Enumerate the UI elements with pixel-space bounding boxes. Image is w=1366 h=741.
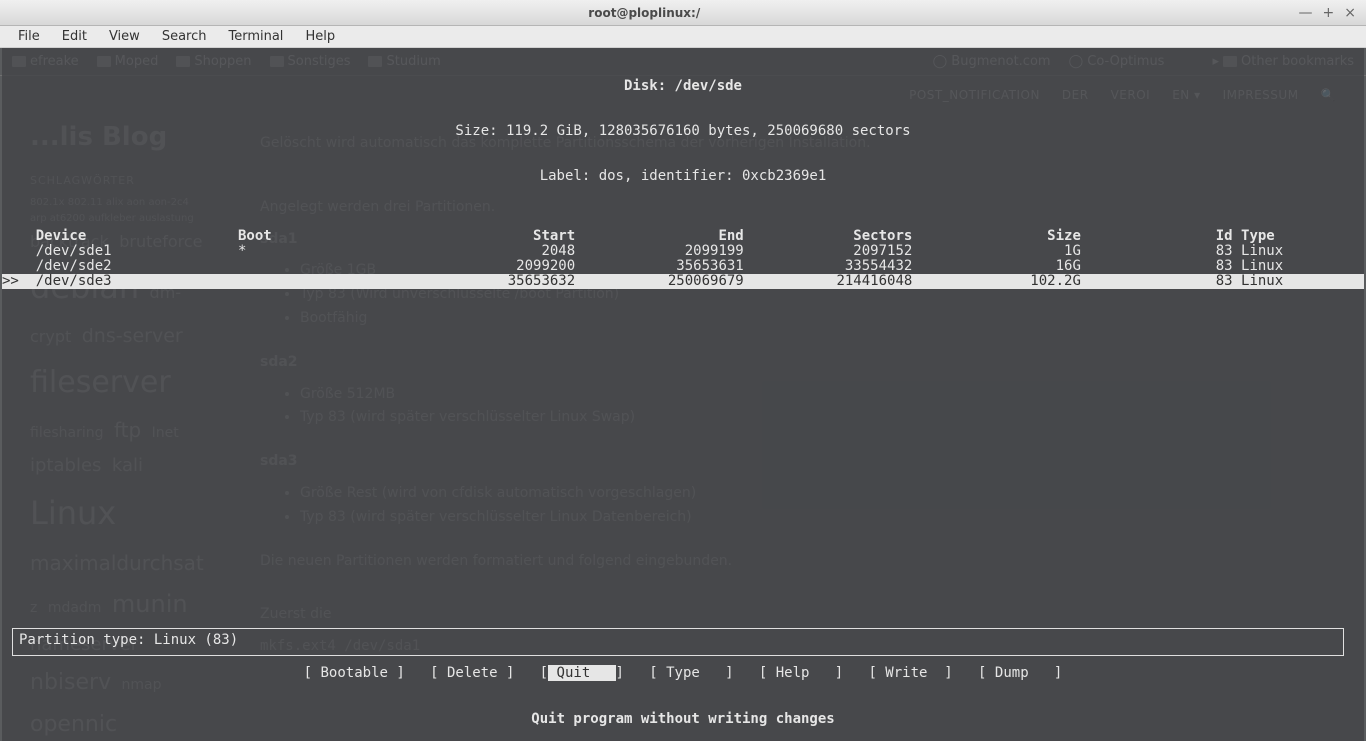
partition-row[interactable]: /dev/sde1 * 2048 2099199 2097152 1G 83 L… [2,244,1364,259]
action-delete[interactable]: [ Delete ] [430,665,514,681]
action-bootable[interactable]: [ Bootable ] [304,665,405,681]
disk-label: Label: dos, identifier: 0xcb2369e1 [2,169,1364,184]
menu-search[interactable]: Search [152,27,217,46]
menubar: FileEditViewSearchTerminalHelp [0,26,1366,48]
disk-size: Size: 119.2 GiB, 128035676160 bytes, 250… [2,124,1364,139]
action-write[interactable]: [ Write ] [868,665,952,681]
disk-title: Disk: /dev/sde [2,79,1364,94]
menu-terminal[interactable]: Terminal [218,27,293,46]
menu-view[interactable]: View [99,27,150,46]
minimize-icon[interactable]: — [1299,5,1313,21]
partition-info-text: Partition type: Linux (83) [19,632,238,648]
window-title: root@ploplinux:/ [0,6,1289,20]
cfdisk-actions[interactable]: [ Bootable ] [ Delete ] [ Quit ] [ Type … [2,666,1364,681]
maximize-icon[interactable]: + [1323,5,1335,21]
menu-file[interactable]: File [8,27,50,46]
action-help[interactable]: [ Help ] [759,665,843,681]
action-type[interactable]: [ Type ] [649,665,733,681]
action-quit[interactable]: Quit [548,665,615,681]
action-hint: Quit program without writing changes [2,712,1364,727]
partition-info-box: Partition type: Linux (83) [12,628,1344,656]
window-titlebar: root@ploplinux:/ — + × [0,0,1366,26]
terminal-cfdisk[interactable]: Disk: /dev/sde Size: 119.2 GiB, 12803567… [2,48,1364,741]
partition-row[interactable]: /dev/sde2 2099200 35653631 33554432 16G … [2,259,1364,274]
partition-row[interactable]: >> /dev/sde3 35653632 250069679 21441604… [2,274,1364,289]
menu-edit[interactable]: Edit [52,27,97,46]
action-dump[interactable]: [ Dump ] [978,665,1062,681]
menu-help[interactable]: Help [295,27,345,46]
close-icon[interactable]: × [1344,5,1356,21]
partition-table: Device Boot Start End Sectors Size Id Ty… [2,229,1364,289]
partition-header: Device Boot Start End Sectors Size Id Ty… [2,229,1364,244]
